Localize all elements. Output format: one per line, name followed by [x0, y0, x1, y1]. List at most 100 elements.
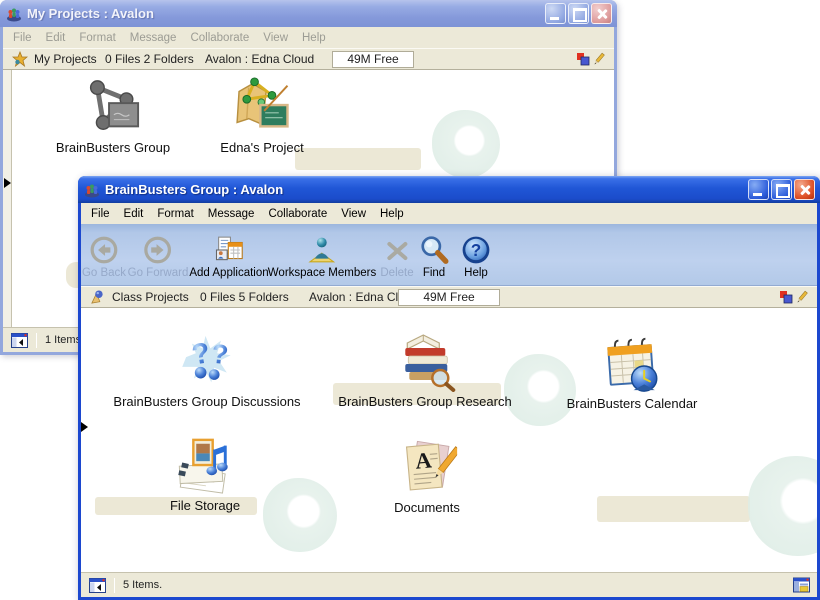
menu-bar: File Edit Format Message Collaborate Vie…: [3, 27, 614, 48]
workspace-members-button[interactable]: Workspace Members: [268, 229, 376, 279]
item-label: Documents: [394, 500, 460, 515]
items-count: 5 Items.: [123, 579, 162, 591]
highlight-band: [295, 148, 421, 170]
menu-item-file[interactable]: File: [84, 208, 117, 220]
add-application-button[interactable]: Add Application: [189, 229, 268, 279]
watermark: [432, 110, 500, 178]
item-label: BrainBusters Group: [56, 140, 170, 155]
help-icon: ?: [461, 235, 491, 265]
app-logo-icon: [6, 6, 22, 22]
find-button[interactable]: Find: [419, 229, 449, 279]
workspace-area[interactable]: ? ? BrainBusters Group Discussions: [81, 308, 817, 572]
item-label: BrainBusters Group Research: [338, 394, 511, 409]
find-icon: [419, 235, 449, 265]
menu-item-message[interactable]: Message: [123, 32, 184, 44]
watermark: [748, 456, 817, 556]
workspace-members-icon: [307, 235, 337, 265]
discussions-icon: ? ?: [175, 330, 239, 392]
workspace-item-ednas-project[interactable]: Edna's Project: [220, 76, 303, 155]
view-toggle-icon[interactable]: [793, 578, 810, 593]
menu-item-format[interactable]: Format: [150, 208, 200, 220]
item-label: Edna's Project: [220, 140, 303, 155]
menu-item-collaborate[interactable]: Collaborate: [183, 32, 256, 44]
workspace-item-research[interactable]: BrainBusters Group Research: [338, 328, 511, 409]
title-bar[interactable]: My Projects : Avalon: [0, 0, 617, 27]
menu-item-edit[interactable]: Edit: [117, 208, 151, 220]
pencil-icon[interactable]: [592, 52, 606, 66]
my-projects-icon: [12, 51, 28, 67]
versions-icon[interactable]: [779, 290, 793, 304]
delete-button[interactable]: Delete: [380, 229, 413, 279]
help-button[interactable]: ? Help: [461, 229, 491, 279]
menu-item-message[interactable]: Message: [201, 208, 262, 220]
workspace-item-calendar[interactable]: BrainBusters Calendar: [567, 336, 698, 411]
versions-icon[interactable]: [576, 52, 590, 66]
free-space-indicator: 49M Free: [332, 51, 414, 68]
workspace-item-file-storage[interactable]: File Storage: [170, 436, 240, 513]
window-title: My Projects : Avalon: [27, 6, 545, 21]
collapsed-panel-strip: [3, 70, 12, 327]
item-label: File Storage: [170, 498, 240, 513]
menu-item-help[interactable]: Help: [295, 32, 333, 44]
location-bar: Class Projects 0 Files 5 Folders Avalon …: [81, 286, 817, 308]
app-logo-icon: [84, 182, 100, 198]
add-application-icon: [214, 235, 244, 265]
account-label: Avalon : Edna Cloud: [205, 52, 314, 66]
item-label: BrainBusters Group Discussions: [113, 394, 300, 409]
network-group-icon: [81, 76, 145, 138]
maximize-button[interactable]: [568, 3, 589, 24]
class-projects-icon: [90, 289, 105, 305]
go-back-icon: [89, 235, 119, 265]
close-button[interactable]: [591, 3, 612, 24]
panel-expand-handle[interactable]: [4, 178, 11, 188]
panel-expand-handle[interactable]: [81, 422, 88, 432]
workspace-item-documents[interactable]: A Documents: [394, 438, 460, 515]
svg-text:?: ?: [210, 338, 230, 371]
documents-icon: A: [397, 438, 457, 498]
panel-toggle-icon[interactable]: [11, 333, 28, 348]
minimize-button[interactable]: [545, 3, 566, 24]
file-folder-counts: 0 Files 5 Folders: [200, 290, 289, 304]
panel-toggle-icon[interactable]: [89, 578, 106, 593]
maximize-button[interactable]: [771, 179, 792, 200]
workspace-item-brainbusters-group[interactable]: BrainBusters Group: [56, 76, 170, 155]
window-title: BrainBusters Group : Avalon: [105, 182, 748, 197]
watermark: [263, 478, 337, 552]
menu-item-help[interactable]: Help: [373, 208, 411, 220]
workspace-item-discussions[interactable]: ? ? BrainBusters Group Discussions: [113, 330, 300, 409]
minimize-button[interactable]: [748, 179, 769, 200]
location-bar: My Projects 0 Files 2 Folders Avalon : E…: [3, 48, 614, 70]
svg-text:A: A: [414, 447, 433, 473]
go-back-button[interactable]: Go Back: [82, 229, 126, 279]
go-forward-icon: [143, 235, 173, 265]
menu-item-format[interactable]: Format: [72, 32, 122, 44]
status-separator: [114, 578, 115, 593]
file-folder-counts: 0 Files 2 Folders: [105, 52, 194, 66]
menu-item-view[interactable]: View: [334, 208, 373, 220]
location-label: My Projects: [34, 52, 97, 66]
menu-item-view[interactable]: View: [256, 32, 295, 44]
location-label: Class Projects: [112, 290, 189, 304]
go-forward-button[interactable]: Go Forward: [128, 229, 189, 279]
menu-item-collaborate[interactable]: Collaborate: [261, 208, 334, 220]
calendar-icon: [600, 336, 664, 394]
status-bar: 5 Items.: [81, 572, 817, 597]
highlight-band: [597, 496, 750, 522]
free-space-indicator: 49M Free: [398, 289, 500, 306]
menu-item-file[interactable]: File: [6, 32, 39, 44]
menu-bar: File Edit Format Message Collaborate Vie…: [81, 203, 817, 224]
project-folder-icon: [230, 76, 294, 138]
menu-item-edit[interactable]: Edit: [39, 32, 73, 44]
title-bar[interactable]: BrainBusters Group : Avalon: [78, 176, 820, 203]
svg-text:?: ?: [471, 240, 481, 260]
toolbar: Go Back Go Forward: [81, 224, 817, 286]
desktop: My Projects : Avalon File Edit Format Me…: [0, 0, 820, 600]
collapsed-panel-strip: [81, 308, 90, 572]
file-storage-icon: [173, 436, 237, 496]
research-books-icon: [393, 328, 457, 392]
pencil-icon[interactable]: [795, 290, 809, 304]
item-label: BrainBusters Calendar: [567, 396, 698, 411]
close-button[interactable]: [794, 179, 815, 200]
status-separator: [36, 333, 37, 348]
delete-icon: [383, 237, 411, 265]
